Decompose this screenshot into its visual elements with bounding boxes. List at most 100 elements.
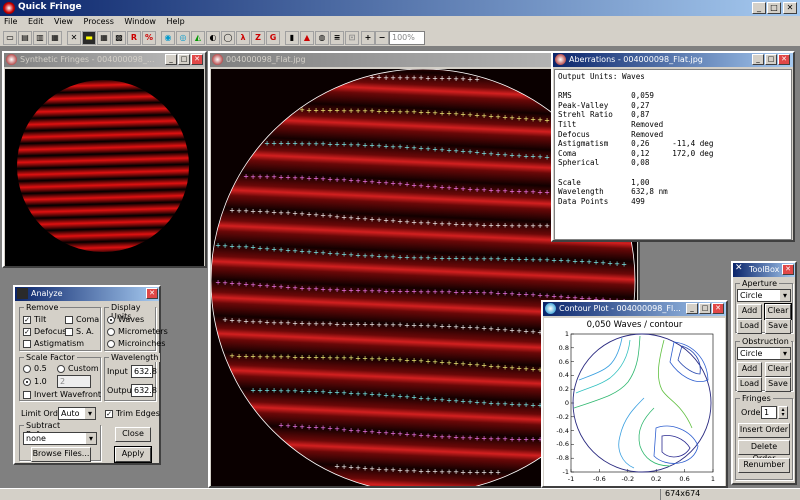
grid-icon[interactable]: ▦ [97, 31, 111, 45]
fringes-legend: Fringes [740, 394, 773, 403]
fringe-point: + [453, 110, 459, 118]
trim-edges-checkbox[interactable]: ✓ Trim Edges [105, 409, 160, 418]
aperture-add-button[interactable]: Add [737, 304, 762, 319]
custom-scale-input[interactable]: 2 [57, 375, 91, 388]
globe-icon[interactable]: ◍ [315, 31, 329, 45]
fringe-point: + [376, 287, 382, 295]
g-icon[interactable]: G [266, 31, 280, 45]
close-dialog-button[interactable]: Close [115, 427, 151, 442]
menu-window[interactable]: Window [124, 17, 156, 26]
fit-icon[interactable]: ⊡ [345, 31, 359, 45]
analyze-icon[interactable]: ▬ [82, 31, 96, 45]
delete-order-button[interactable]: Delete Order [738, 440, 790, 463]
surface-icon[interactable]: ▲ [300, 31, 314, 45]
obstruction-add-button[interactable]: Add [737, 362, 762, 377]
status-bar: 674x674 [0, 488, 800, 500]
invert-wavefront-checkbox[interactable]: Invert Wavefront [23, 390, 101, 399]
fringe-point: + [390, 108, 396, 116]
subtract-reference-select[interactable]: none [23, 432, 97, 445]
obstruction-load-button[interactable]: Load [737, 377, 762, 392]
input-wavelength-field[interactable]: 632.8 [131, 365, 157, 378]
fringe-point: + [481, 149, 487, 157]
menu-edit[interactable]: Edit [28, 17, 44, 26]
order-input[interactable]: 1 [761, 406, 777, 419]
maximize-button[interactable]: □ [767, 2, 781, 14]
preview-icon[interactable]: ▦ [48, 31, 62, 45]
microinches-radio[interactable]: Microinches [107, 339, 165, 348]
new-icon[interactable]: ▭ [3, 31, 17, 45]
fringe-point: + [348, 177, 354, 185]
scale-05-radio[interactable]: 0.5 [23, 364, 47, 373]
close-icon[interactable]: ✕ [712, 303, 724, 314]
maximize-icon[interactable]: □ [699, 303, 711, 314]
fringe-icon[interactable]: ◐ [206, 31, 220, 45]
tools-icon[interactable]: ✕ [67, 31, 81, 45]
custom-radio[interactable]: Custom [57, 364, 99, 373]
menu-help[interactable]: Help [167, 17, 185, 26]
zoom-select[interactable]: 100% [389, 31, 425, 45]
coma-checkbox[interactable]: Coma [65, 315, 99, 324]
fringe-point: + [292, 422, 298, 430]
insert-order-button[interactable]: Insert Order [738, 423, 790, 438]
sphere-icon[interactable]: ◉ [161, 31, 175, 45]
minimize-button[interactable]: _ [752, 2, 766, 14]
fringe-point: + [299, 387, 305, 395]
fringe-point: + [495, 187, 501, 195]
astigmatism-checkbox[interactable]: Astigmatism [23, 339, 84, 348]
order-spinner[interactable]: ▴ ▾ [778, 406, 788, 419]
fringe-point: + [313, 249, 319, 257]
maximize-icon[interactable]: □ [765, 54, 777, 65]
ring-icon[interactable]: ◯ [221, 31, 235, 45]
close-icon[interactable]: ✕ [191, 54, 203, 65]
lambda-icon[interactable]: λ [236, 31, 250, 45]
obstruction-save-button[interactable]: Save [765, 377, 791, 392]
micrometers-radio[interactable]: Micrometers [107, 327, 168, 336]
open-icon[interactable]: ▤ [18, 31, 32, 45]
browse-files-button[interactable]: Browse Files... [31, 447, 91, 462]
close-icon[interactable]: ✕ [146, 288, 158, 299]
output-wavelength-field[interactable]: 632.8 [131, 384, 157, 397]
analyze-title-bar[interactable]: Analyze [15, 287, 159, 301]
fringe-point: + [425, 322, 431, 330]
r-icon[interactable]: R [127, 31, 141, 45]
grid2-icon[interactable]: ▩ [112, 31, 126, 45]
minimize-icon[interactable]: _ [165, 54, 177, 65]
minimize-icon[interactable]: _ [752, 54, 764, 65]
fringe-point: + [292, 174, 298, 182]
minimize-icon[interactable]: _ [686, 303, 698, 314]
plot-icon[interactable]: ◭ [191, 31, 205, 45]
z-icon[interactable]: Z [251, 31, 265, 45]
print-icon[interactable]: ▥ [33, 31, 47, 45]
close-button[interactable]: ✕ [783, 2, 797, 14]
menu-file[interactable]: File [4, 17, 17, 26]
stripes-icon[interactable]: ≡ [330, 31, 344, 45]
sa-checkbox[interactable]: S. A. [65, 327, 94, 336]
fringe-point: + [341, 463, 347, 471]
apply-button[interactable]: Apply [114, 446, 152, 463]
scale-10-radio[interactable]: 1.0 [23, 377, 47, 386]
waves-radio[interactable]: Waves [107, 315, 144, 324]
aperture-save-button[interactable]: Save [765, 319, 791, 334]
zoom-in-icon[interactable]: + [361, 31, 375, 45]
obstruction-clear-button[interactable]: Clear [765, 362, 791, 377]
aperture-clear-button[interactable]: Clear [764, 303, 792, 320]
menu-view[interactable]: View [54, 17, 73, 26]
percent-icon[interactable]: % [142, 31, 156, 45]
obstruction-select[interactable]: Circle [737, 347, 791, 360]
renumber-button[interactable]: Renumber [738, 458, 790, 473]
maximize-icon[interactable]: □ [178, 54, 190, 65]
defocus-checkbox[interactable]: ✓ Defocus [23, 327, 66, 336]
fringe-point: + [299, 248, 305, 256]
menu-process[interactable]: Process [84, 17, 114, 26]
sphere2-icon[interactable]: ◎ [176, 31, 190, 45]
aperture-load-button[interactable]: Load [737, 319, 762, 334]
tilt-checkbox[interactable]: ✓ Tilt [23, 315, 46, 324]
fringe-point: + [516, 152, 522, 160]
bars-icon[interactable]: ▮ [285, 31, 299, 45]
zoom-out-icon[interactable]: − [375, 31, 389, 45]
aperture-select[interactable]: Circle [737, 289, 791, 302]
limit-order-select[interactable]: Auto [58, 407, 96, 420]
close-icon[interactable]: ✕ [778, 54, 790, 65]
fringe-point: + [453, 220, 459, 228]
close-icon[interactable]: ✕ [782, 264, 794, 275]
